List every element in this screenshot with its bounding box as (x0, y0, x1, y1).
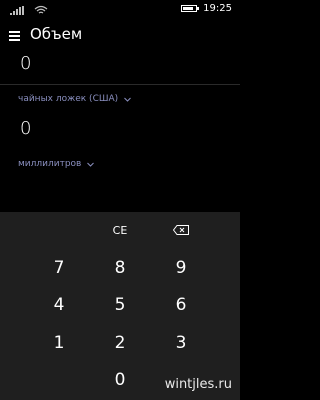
key-9[interactable]: 9 (161, 258, 201, 278)
hamburger-icon[interactable] (9, 31, 20, 41)
key-3[interactable]: 3 (161, 333, 201, 353)
divider (0, 84, 240, 85)
chevron-down-icon (87, 162, 95, 167)
key-8[interactable]: 8 (100, 258, 140, 278)
key-2[interactable]: 2 (100, 333, 140, 353)
battery-icon (181, 5, 200, 12)
watermark: wintjles.ru (164, 377, 232, 392)
key-6[interactable]: 6 (161, 295, 201, 315)
wifi-icon (34, 5, 48, 14)
output-value[interactable]: 0 (20, 118, 31, 139)
key-0[interactable]: 0 (100, 370, 140, 390)
chevron-down-icon (124, 97, 132, 102)
status-bar: 19:25 (0, 0, 240, 18)
output-unit-selector[interactable]: миллилитров (18, 159, 95, 169)
keypad: CE 7 8 9 4 5 6 1 2 3 0 (0, 212, 240, 400)
battery-fill (183, 7, 193, 10)
input-unit-label: чайных ложек (США) (18, 94, 119, 104)
ce-button[interactable]: CE (100, 224, 140, 237)
key-1[interactable]: 1 (39, 333, 79, 353)
key-5[interactable]: 5 (100, 295, 140, 315)
signal-icon (10, 6, 24, 15)
status-left (10, 5, 48, 15)
backspace-icon[interactable] (173, 225, 189, 235)
status-time: 19:25 (203, 3, 232, 14)
input-value[interactable]: 0 (20, 53, 31, 74)
key-7[interactable]: 7 (39, 258, 79, 278)
output-unit-label: миллилитров (18, 159, 82, 169)
page-title: Объем (30, 25, 83, 43)
app-header: Объем (0, 22, 240, 50)
input-unit-selector[interactable]: чайных ложек (США) (18, 94, 132, 104)
status-right: 19:25 (181, 3, 232, 14)
key-4[interactable]: 4 (39, 295, 79, 315)
